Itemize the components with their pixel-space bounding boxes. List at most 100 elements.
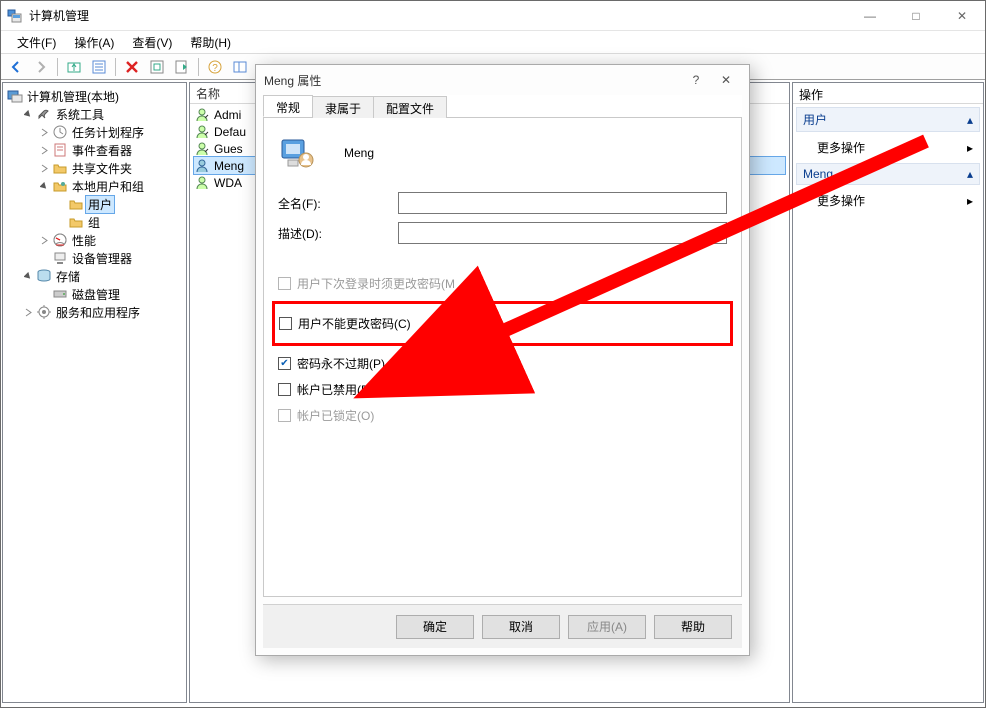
description-label: 描述(D): <box>278 225 398 242</box>
tree-groups[interactable]: 组 <box>53 213 184 231</box>
checkbox-locked: 帐户已锁定(O) <box>278 407 727 424</box>
collapse-icon[interactable] <box>23 109 34 120</box>
services-icon <box>36 304 52 320</box>
cancel-button[interactable]: 取消 <box>482 615 560 639</box>
menu-help[interactable]: 帮助(H) <box>182 32 239 53</box>
dialog-close-button[interactable]: ✕ <box>711 73 741 87</box>
tree-services-apps[interactable]: 服务和应用程序 <box>21 303 184 321</box>
annotation-highlight: 用户不能更改密码(C) <box>272 301 733 346</box>
folder-icon <box>68 196 84 212</box>
performance-icon <box>52 232 68 248</box>
tree-system-tools[interactable]: 系统工具 <box>21 105 184 123</box>
apply-button[interactable]: 应用(A) <box>568 615 646 639</box>
user-large-icon <box>278 134 316 172</box>
checkbox-checked-icon[interactable]: ✔ <box>278 357 291 370</box>
username-display: Meng <box>344 146 374 160</box>
help-button[interactable]: 帮助 <box>654 615 732 639</box>
dialog-button-bar: 确定 取消 应用(A) 帮助 <box>263 604 742 648</box>
title-bar: 计算机管理 — □ ✕ <box>1 1 985 31</box>
expand-icon[interactable] <box>39 127 50 138</box>
tree-storage[interactable]: 存储 <box>21 267 184 285</box>
help-button[interactable]: ? <box>204 56 226 78</box>
event-icon <box>52 142 68 158</box>
checkbox-cannot-change[interactable]: 用户不能更改密码(C) <box>279 315 726 332</box>
tab-strip: 常规 隶属于 配置文件 <box>263 95 742 118</box>
shared-folder-icon <box>52 160 68 176</box>
clock-icon <box>52 124 68 140</box>
expand-icon[interactable] <box>39 163 50 174</box>
tab-memberof[interactable]: 隶属于 <box>312 96 374 118</box>
app-icon <box>7 8 23 24</box>
checkbox-disabled[interactable]: 帐户已禁用(B) <box>278 381 727 398</box>
action-pane-title: 操作 <box>793 83 983 104</box>
collapse-icon[interactable]: ▴ <box>967 113 973 127</box>
tab-profile[interactable]: 配置文件 <box>373 96 447 118</box>
forward-button[interactable] <box>30 56 52 78</box>
properties-dialog: Meng 属性 ? ✕ 常规 隶属于 配置文件 Meng 全名(F): 描述(D… <box>255 64 750 656</box>
tree-performance[interactable]: 性能 <box>37 231 184 249</box>
collapse-icon[interactable] <box>39 181 50 192</box>
fullname-input[interactable] <box>398 192 727 214</box>
tree-users[interactable]: 用户 <box>53 195 184 213</box>
expand-icon[interactable] <box>23 307 34 318</box>
menu-action[interactable]: 操作(A) <box>66 32 122 53</box>
user-icon <box>194 175 210 191</box>
up-button[interactable] <box>63 56 85 78</box>
menu-view[interactable]: 查看(V) <box>124 32 180 53</box>
maximize-button[interactable]: □ <box>893 2 939 30</box>
properties-button[interactable] <box>88 56 110 78</box>
dialog-title: Meng 属性 <box>264 72 321 89</box>
menu-file[interactable]: 文件(F) <box>9 32 64 53</box>
expand-icon[interactable] <box>39 145 50 156</box>
dialog-title-bar[interactable]: Meng 属性 ? ✕ <box>256 65 749 95</box>
ok-button[interactable]: 确定 <box>396 615 474 639</box>
export-button[interactable] <box>171 56 193 78</box>
expand-icon[interactable] <box>39 235 50 246</box>
storage-icon <box>36 268 52 284</box>
svg-text:?: ? <box>212 63 218 74</box>
checkbox-icon[interactable] <box>278 383 291 396</box>
view-button[interactable] <box>229 56 251 78</box>
tools-icon <box>36 106 52 122</box>
tree-root[interactable]: 计算机管理(本地) <box>5 87 184 105</box>
column-name[interactable]: 名称 <box>196 85 220 102</box>
tab-general[interactable]: 常规 <box>263 95 313 117</box>
dialog-help-button[interactable]: ? <box>681 73 711 87</box>
user-icon <box>194 141 210 157</box>
tree-shared-folders[interactable]: 共享文件夹 <box>37 159 184 177</box>
close-button[interactable]: ✕ <box>939 2 985 30</box>
folder-icon <box>68 214 84 230</box>
menu-bar: 文件(F) 操作(A) 查看(V) 帮助(H) <box>1 31 985 53</box>
disk-icon <box>52 286 68 302</box>
user-icon <box>194 124 210 140</box>
refresh-button[interactable] <box>146 56 168 78</box>
checkbox-icon[interactable] <box>279 317 292 330</box>
action-more-1[interactable]: 更多操作 ▸ <box>793 135 983 160</box>
delete-button[interactable] <box>121 56 143 78</box>
action-pane: 操作 用户 ▴ 更多操作 ▸ Meng ▴ 更多操作 ▸ <box>792 82 984 703</box>
tree-disk-mgmt[interactable]: 磁盘管理 <box>37 285 184 303</box>
tree-task-scheduler[interactable]: 任务计划程序 <box>37 123 184 141</box>
checkbox-never-expire[interactable]: ✔ 密码永不过期(P) <box>278 355 727 372</box>
computer-icon <box>7 88 23 104</box>
collapse-icon[interactable]: ▴ <box>967 167 973 181</box>
back-button[interactable] <box>5 56 27 78</box>
tree-device-manager[interactable]: 设备管理器 <box>37 249 184 267</box>
fullname-label: 全名(F): <box>278 195 398 212</box>
device-icon <box>52 250 68 266</box>
chevron-right-icon: ▸ <box>967 141 973 155</box>
tree-event-viewer[interactable]: 事件查看器 <box>37 141 184 159</box>
minimize-button[interactable]: — <box>847 2 893 30</box>
tree-local-users[interactable]: 本地用户和组 <box>37 177 184 195</box>
users-folder-icon <box>52 178 68 194</box>
user-icon <box>194 107 210 123</box>
action-more-2[interactable]: 更多操作 ▸ <box>793 188 983 213</box>
chevron-right-icon: ▸ <box>967 194 973 208</box>
tree-pane[interactable]: 计算机管理(本地) 系统工具 任务计划程序 事件查看器 共享文件夹 <box>2 82 187 703</box>
window-title: 计算机管理 <box>29 7 847 24</box>
checkbox-must-change: 用户下次登录时须更改密码(M <box>278 275 727 292</box>
action-section-users[interactable]: 用户 ▴ <box>796 107 980 132</box>
description-input[interactable] <box>398 222 727 244</box>
action-section-meng[interactable]: Meng ▴ <box>796 163 980 185</box>
collapse-icon[interactable] <box>23 271 34 282</box>
